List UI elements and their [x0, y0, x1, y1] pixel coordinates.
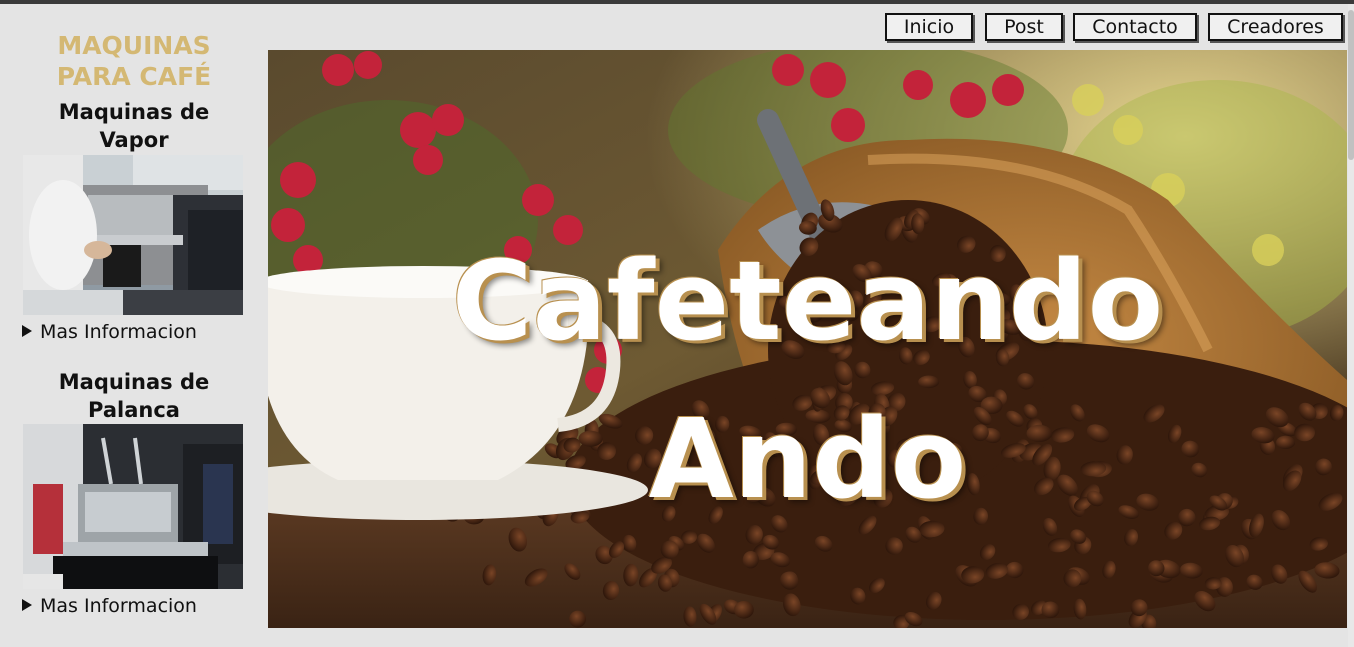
hero-title-line2: Ando: [648, 395, 967, 523]
triangle-right-icon: [22, 599, 32, 611]
machine-title-line1: Maquinas de: [58, 100, 210, 124]
nav-button-contacto[interactable]: Contacto: [1073, 13, 1197, 41]
machine-title-line2: Palanca: [88, 398, 180, 422]
brand-title-line1: MAQUINAS: [57, 31, 211, 60]
page-scrollbar[interactable]: [1348, 4, 1354, 647]
machine-card-vapor: Maquinas de Vapor: [0, 98, 268, 154]
machine-card-palanca: Maquinas de Palanca: [0, 368, 268, 424]
machine-title-line1: Maquinas de: [58, 370, 210, 394]
hero-title-line1: Cafeteando: [451, 237, 1164, 365]
steam-machine-photo: [23, 155, 243, 315]
more-info-toggle[interactable]: Mas Informacion: [22, 321, 197, 343]
nav-button-inicio[interactable]: Inicio: [885, 13, 973, 41]
brand-title-line2: PARA CAFÉ: [56, 62, 212, 91]
scrollbar-thumb[interactable]: [1348, 10, 1354, 160]
nav-button-post[interactable]: Post: [985, 13, 1063, 41]
sidebar: MAQUINAS PARA CAFÉ Maquinas de Vapor Mas: [0, 4, 268, 647]
more-info-label: Mas Informacion: [40, 321, 197, 343]
hero-banner: Cafeteando Ando: [268, 50, 1347, 628]
machine-title: Maquinas de Vapor: [0, 98, 268, 154]
machine-title-line2: Vapor: [99, 128, 169, 152]
more-info-toggle[interactable]: Mas Informacion: [22, 595, 197, 617]
hero-title: Cafeteando Ando: [268, 50, 1347, 538]
more-info-label: Mas Informacion: [40, 595, 197, 617]
brand-title: MAQUINAS PARA CAFÉ: [0, 30, 268, 92]
lever-machine-photo: [23, 424, 243, 589]
triangle-right-icon: [22, 325, 32, 337]
nav-button-creadores[interactable]: Creadores: [1208, 13, 1343, 41]
machine-title: Maquinas de Palanca: [0, 368, 268, 424]
